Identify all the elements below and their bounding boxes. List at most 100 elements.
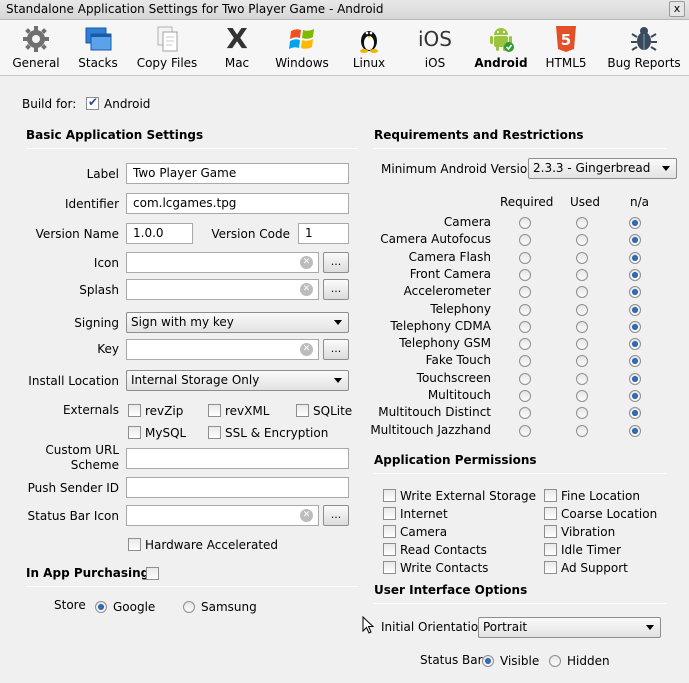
permission-checkbox[interactable] (544, 561, 557, 574)
hardware-accelerated-checkbox[interactable] (128, 538, 141, 551)
requirement-radio-used[interactable] (576, 251, 588, 264)
toolbar-bug-reports[interactable]: Bug Reports (606, 20, 682, 76)
requirement-radio-used[interactable] (576, 390, 588, 402)
toolbar-html5[interactable]: 5 HTML5 (540, 20, 592, 76)
requirement-radio-required[interactable] (519, 217, 531, 229)
external-sqlite-checkbox[interactable] (296, 404, 309, 417)
toolbar-mac[interactable]: X Mac (212, 20, 262, 76)
requirement-radio-na[interactable] (629, 217, 641, 229)
requirement-radio-na[interactable] (629, 338, 641, 351)
permission-checkbox[interactable] (383, 489, 396, 502)
requirement-radio-na[interactable] (629, 407, 641, 420)
iap-checkbox[interactable] (146, 567, 159, 580)
requirement-radio-required[interactable] (519, 234, 531, 247)
permission-checkbox[interactable] (383, 561, 396, 574)
requirement-radio-used[interactable] (576, 234, 588, 247)
version-name-field[interactable]: 1.0.0 (126, 223, 193, 244)
external-revxml-checkbox[interactable] (208, 404, 221, 417)
identifier-label: Identifier (64, 197, 119, 211)
external-ssl-checkbox[interactable] (208, 426, 221, 439)
external-revzip-checkbox[interactable] (128, 404, 141, 417)
min-version-dropdown[interactable]: 2.3.3 - Gingerbread (528, 158, 677, 179)
toolbar-windows[interactable]: Windows (272, 20, 332, 76)
push-sender-field[interactable] (126, 477, 349, 498)
requirement-radio-required[interactable] (519, 407, 531, 420)
requirement-radio-required[interactable] (519, 355, 531, 368)
permission-checkbox[interactable] (383, 525, 396, 538)
splash-field[interactable]: ✕ (126, 279, 319, 300)
permission-checkbox[interactable] (544, 525, 557, 538)
toolbar-general[interactable]: General (6, 20, 66, 76)
requirement-radio-used[interactable] (576, 286, 588, 299)
requirement-radio-required[interactable] (519, 424, 531, 437)
external-mysql-label: MySQL (145, 426, 187, 440)
requirement-radio-used[interactable] (576, 320, 588, 333)
requirement-radio-na[interactable] (629, 251, 641, 264)
permission-checkbox[interactable] (544, 543, 557, 556)
requirement-radio-used[interactable] (576, 303, 588, 316)
status-bar-icon-browse-button[interactable]: ... (323, 505, 349, 526)
requirement-radio-used[interactable] (576, 372, 588, 385)
requirement-radio-used[interactable] (576, 355, 588, 368)
requirement-radio-required[interactable] (519, 268, 531, 281)
status-bar-hidden-radio[interactable] (549, 655, 561, 667)
requirement-radio-na[interactable] (629, 234, 641, 247)
min-version-value: 2.3.3 - Gingerbread (533, 161, 651, 175)
toolbar-ios[interactable]: iOS iOS (410, 20, 460, 76)
requirement-label: Telephony CDMA (390, 318, 491, 333)
requirement-radio-required[interactable] (519, 390, 531, 402)
requirement-radio-na[interactable] (629, 355, 641, 368)
requirement-radio-required[interactable] (519, 372, 531, 385)
store-samsung-radio[interactable] (183, 601, 195, 613)
toolbar-copy-files[interactable]: Copy Files (134, 20, 200, 76)
clear-icon[interactable]: ✕ (300, 283, 313, 296)
requirement-radio-required[interactable] (519, 320, 531, 333)
key-field[interactable]: ✕ (126, 339, 319, 360)
toolbar-stacks[interactable]: Stacks (72, 20, 124, 76)
clear-icon[interactable]: ✕ (300, 509, 313, 522)
toolbar-android[interactable]: Android (474, 20, 528, 76)
status-bar-visible-radio[interactable] (482, 655, 494, 667)
custom-url-field[interactable] (126, 448, 349, 469)
external-mysql-checkbox[interactable] (128, 426, 141, 439)
toolbar-linux[interactable]: Linux (344, 20, 394, 76)
gear-icon (23, 26, 49, 52)
signing-dropdown[interactable]: Sign with my key (126, 312, 349, 333)
requirement-radio-na[interactable] (629, 424, 641, 437)
status-bar-icon-field[interactable]: ✕ (126, 505, 319, 526)
label-field[interactable]: Two Player Game (126, 163, 349, 184)
requirement-radio-na[interactable] (629, 372, 641, 385)
permission-checkbox[interactable] (383, 543, 396, 556)
requirement-radio-required[interactable] (519, 303, 531, 316)
requirement-radio-used[interactable] (576, 268, 588, 281)
requirement-radio-na[interactable] (629, 303, 641, 316)
requirement-radio-used[interactable] (576, 407, 588, 420)
build-for-checkbox[interactable] (86, 95, 99, 110)
requirement-radio-used[interactable] (576, 217, 588, 229)
requirement-radio-required[interactable] (519, 286, 531, 299)
requirement-radio-na[interactable] (629, 286, 641, 299)
toolbar-label: Stacks (78, 56, 118, 70)
requirement-radio-required[interactable] (519, 251, 531, 264)
requirement-radio-na[interactable] (629, 268, 641, 281)
requirement-radio-used[interactable] (576, 338, 588, 351)
requirement-radio-na[interactable] (629, 320, 641, 333)
requirement-radio-required[interactable] (519, 338, 531, 351)
close-button[interactable]: x (669, 1, 685, 17)
requirement-label: Front Camera (409, 266, 491, 281)
orientation-dropdown[interactable]: Portrait (478, 617, 661, 638)
requirement-radio-used[interactable] (576, 424, 588, 437)
android-icon (490, 28, 514, 52)
icon-field[interactable]: ✕ (126, 252, 319, 273)
identifier-field[interactable]: com.lcgames.tpg (126, 193, 349, 214)
store-google-radio[interactable] (95, 601, 107, 613)
install-location-dropdown[interactable]: Internal Storage Only (126, 370, 349, 391)
clear-icon[interactable]: ✕ (300, 256, 313, 269)
window-title: Standalone Application Settings for Two … (6, 2, 384, 16)
permission-checkbox[interactable] (383, 507, 396, 520)
permission-checkbox[interactable] (544, 489, 557, 502)
divider (374, 473, 666, 474)
permission-checkbox[interactable] (544, 507, 557, 520)
clear-icon[interactable]: ✕ (300, 343, 313, 356)
requirement-radio-na[interactable] (629, 390, 641, 402)
